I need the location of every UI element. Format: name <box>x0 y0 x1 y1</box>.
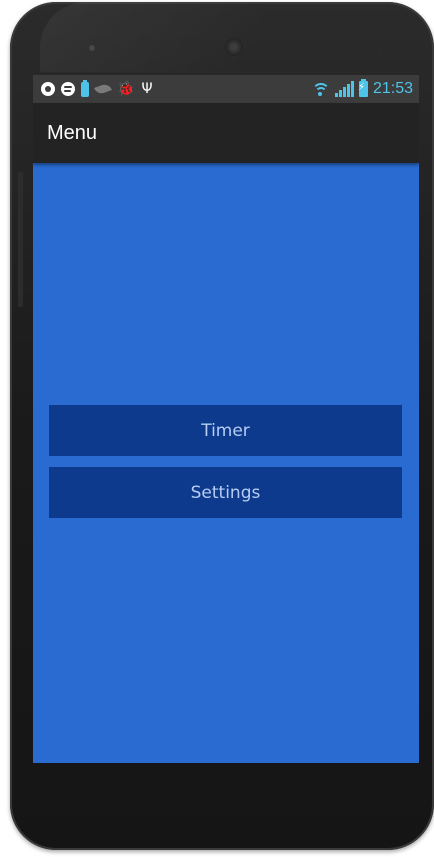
light-sensor <box>378 48 382 52</box>
front-camera <box>225 38 243 56</box>
action-bar: Menu <box>33 103 419 163</box>
proximity-sensor <box>368 48 372 52</box>
battery-widget-icon <box>81 79 89 97</box>
spotify-icon <box>61 82 75 96</box>
power-button <box>18 172 23 307</box>
usb-icon: Ψ <box>141 81 153 97</box>
system-icons: 21:53 <box>311 79 419 98</box>
signal-icon <box>334 81 354 97</box>
at-icon <box>41 82 55 96</box>
battery-charging-icon <box>358 79 368 97</box>
timer-button[interactable]: Timer <box>49 405 402 456</box>
front-sensor <box>88 44 96 52</box>
leaf-icon <box>94 82 112 96</box>
wifi-icon <box>311 81 330 97</box>
bug-icon: 🐞 <box>117 81 135 97</box>
notification-icons: 🐞 Ψ <box>33 79 155 97</box>
page-title: Menu <box>47 121 98 144</box>
screen: 🐞 Ψ 21:53 Menu Timer Settings <box>33 75 419 763</box>
status-bar: 🐞 Ψ 21:53 <box>33 75 419 103</box>
settings-button[interactable]: Settings <box>49 467 402 518</box>
status-clock: 21:53 <box>372 80 413 97</box>
